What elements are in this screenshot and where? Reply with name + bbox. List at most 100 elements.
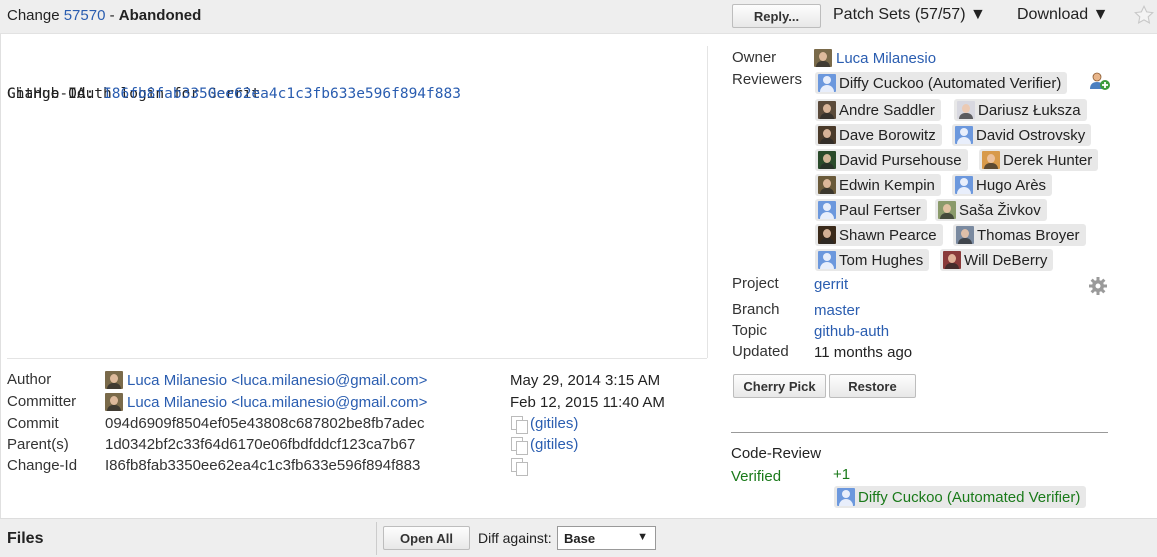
vertical-divider — [707, 46, 708, 358]
add-reviewer-icon[interactable] — [1089, 71, 1111, 91]
reply-button[interactable]: Reply... — [732, 4, 821, 28]
reviewer-chip[interactable]: Diffy Cuckoo (Automated Verifier) — [815, 72, 1068, 94]
committer-label: Committer — [7, 393, 77, 410]
copy-icon[interactable] — [510, 457, 528, 476]
reviewer-name: Dariusz Łuksza — [978, 101, 1081, 119]
gitiles-link[interactable]: (gitiles) — [530, 415, 578, 432]
reviewer-chip[interactable]: Paul Fertser — [815, 199, 927, 221]
diff-against-select[interactable]: Base ▼ — [557, 526, 656, 550]
open-all-button[interactable]: Open All — [383, 526, 470, 550]
horizontal-divider — [7, 358, 707, 359]
reviewer-chip[interactable]: David Pursehouse — [815, 149, 968, 171]
avatar — [105, 371, 123, 389]
panel-border — [0, 34, 1, 518]
reviewer-name: Paul Fertser — [839, 201, 921, 219]
restore-button[interactable]: Restore — [829, 374, 916, 398]
download-label: Download — [1017, 6, 1089, 23]
author-value[interactable]: Luca Milanesio <luca.milanesio@gmail.com… — [105, 371, 427, 389]
updated-label: Updated — [732, 343, 789, 360]
avatar — [943, 251, 961, 269]
change-id-label: Change-Id: — [7, 86, 104, 102]
owner-label: Owner — [732, 49, 777, 66]
commit-message: GitHub OAuth login for Gerrit Change-Id:… — [7, 47, 461, 142]
author-label: Author — [7, 371, 52, 388]
reviewer-name: Tom Hughes — [839, 251, 924, 269]
diff-against-label: Diff against: — [478, 530, 552, 546]
change-title: Change 57570 - Abandoned — [7, 7, 201, 24]
topic-link[interactable]: github-auth — [814, 323, 889, 340]
change-id-link[interactable]: I86fb8fab3350ee62ea4c1c3fb633e596f894f88… — [103, 86, 461, 102]
change-status: Abandoned — [118, 7, 202, 24]
reviewer-chip[interactable]: David Ostrovsky — [952, 124, 1092, 146]
updated-value: 11 months ago — [814, 344, 913, 361]
copy-icon[interactable] — [510, 415, 528, 434]
reviewer-chip[interactable]: Thomas Broyer — [953, 224, 1086, 246]
reviewer-chip[interactable]: Dariusz Łuksza — [954, 99, 1087, 121]
commit-gitiles: (gitiles) — [510, 415, 578, 434]
parents-label: Parent(s) — [7, 436, 69, 453]
verified-label: Verified — [731, 468, 782, 485]
avatar — [818, 74, 836, 92]
reviewer-name: Shawn Pearce — [839, 226, 937, 244]
reviewer-chip[interactable]: Will DeBerry — [940, 249, 1054, 271]
changeid-copy — [510, 457, 530, 476]
project-label: Project — [732, 275, 779, 292]
reviewer-name: Derek Hunter — [1003, 151, 1093, 169]
reviewer-chip[interactable]: Shawn Pearce — [815, 224, 943, 246]
diff-against-value: Base — [564, 530, 596, 546]
parent-gitiles: (gitiles) — [510, 436, 578, 455]
reviewer-chip[interactable]: Dave Borowitz — [815, 124, 942, 146]
star-icon[interactable] — [1133, 4, 1155, 26]
committer-link[interactable]: Luca Milanesio <luca.milanesio@gmail.com… — [127, 394, 427, 411]
copy-icon[interactable] — [510, 436, 528, 455]
chevron-down-icon: ▼ — [637, 531, 648, 543]
avatar — [818, 176, 836, 194]
gear-icon[interactable] — [1088, 276, 1108, 296]
reviewer-name: Will DeBerry — [964, 251, 1048, 269]
reviewer-chip[interactable]: Edwin Kempin — [815, 174, 941, 196]
avatar — [814, 49, 832, 67]
gitiles-link[interactable]: (gitiles) — [530, 436, 578, 453]
reviewer-name: Edwin Kempin — [839, 176, 935, 194]
reviewer-chip[interactable]: Andre Saddler — [815, 99, 941, 121]
reviewer-chip[interactable]: Hugo Arès — [952, 174, 1053, 196]
reviewer-name: Hugo Arès — [976, 176, 1047, 194]
reviewer-chip[interactable]: Derek Hunter — [979, 149, 1099, 171]
avatar — [955, 176, 973, 194]
reviewer-name: Thomas Broyer — [977, 226, 1080, 244]
download-menu[interactable]: Download ▼ — [1017, 6, 1108, 24]
chevron-down-icon: ▼ — [969, 6, 986, 23]
reviewer-chip[interactable]: Tom Hughes — [815, 249, 930, 271]
project-link[interactable]: gerrit — [814, 276, 848, 293]
verified-score: +1 — [833, 466, 851, 483]
owner-value[interactable]: Luca Milanesio — [814, 49, 936, 67]
reviewer-name: Andre Saddler — [839, 101, 935, 119]
chevron-down-icon: ▼ — [1092, 6, 1109, 23]
avatar — [818, 101, 836, 119]
avatar — [818, 201, 836, 219]
avatar — [956, 226, 974, 244]
avatar — [818, 251, 836, 269]
cherry-pick-button[interactable]: Cherry Pick — [733, 374, 826, 398]
change-number-link[interactable]: 57570 — [64, 7, 106, 24]
branch-link[interactable]: master — [814, 302, 860, 319]
author-link[interactable]: Luca Milanesio <luca.milanesio@gmail.com… — [127, 372, 427, 389]
owner-link[interactable]: Luca Milanesio — [836, 50, 936, 67]
parent-hash: 1d0342bf2c33f64d6170e06fbdfddcf123ca7b67 — [105, 436, 416, 453]
reviewer-chip[interactable]: Saša Živkov — [935, 199, 1047, 221]
branch-label: Branch — [732, 301, 780, 318]
reviewer-name: Saša Živkov — [959, 201, 1041, 219]
change-label: Change — [7, 7, 60, 24]
labels-divider — [731, 432, 1108, 433]
committer-date: Feb 12, 2015 11:40 AM — [510, 394, 665, 411]
patch-sets-menu[interactable]: Patch Sets (57/57) ▼ — [833, 6, 986, 24]
avatar — [818, 151, 836, 169]
commit-change-id-line: Change-Id: I86fb8fab3350ee62ea4c1c3fb633… — [7, 85, 461, 104]
voter-name: Diffy Cuckoo (Automated Verifier) — [858, 488, 1081, 506]
reviewer-name: David Pursehouse — [839, 151, 962, 169]
avatar — [818, 126, 836, 144]
verified-voter-chip[interactable]: Diffy Cuckoo (Automated Verifier) — [834, 486, 1087, 508]
topic-label: Topic — [732, 322, 768, 339]
patch-sets-label: Patch Sets (57/57) — [833, 6, 966, 23]
committer-value[interactable]: Luca Milanesio <luca.milanesio@gmail.com… — [105, 393, 427, 411]
